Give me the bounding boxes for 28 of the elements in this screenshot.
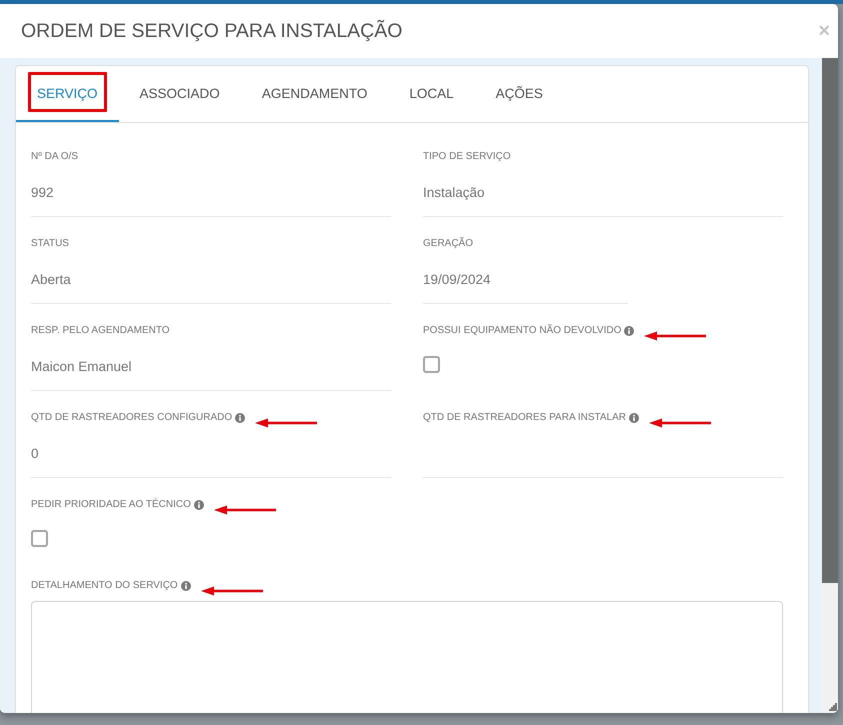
checkbox[interactable] [31,530,48,547]
input-field[interactable]: 19/09/2024 [423,251,628,304]
field-label: GERAÇÃO [423,237,474,251]
tab[interactable]: AGENDAMENTO [240,66,388,122]
field-label: POSSUI EQUIPAMENTO NÃO DEVOLVIDO [423,324,622,338]
input-field[interactable]: Aberta [31,251,391,304]
field-label: PEDIR PRIORIDADE AO TÉCNICO [31,498,191,512]
field-label: STATUS [31,237,69,251]
checkbox[interactable] [423,356,440,373]
field-label: QTD DE RASTREADORES CONFIGURADO [31,411,232,425]
resize-grip-icon[interactable] [829,703,837,711]
textarea-field[interactable] [31,601,783,713]
scrollbar-track[interactable] [822,58,838,713]
tab[interactable]: AÇÕES [474,66,564,122]
input-field[interactable]: Instalação [423,164,783,217]
field-label: TIPO DE SERVIÇO [423,150,511,164]
tab[interactable]: LOCAL [388,66,475,122]
scrollbar-thumb[interactable] [822,58,838,583]
modal-title: ORDEM DE SERVIÇO PARA INSTALAÇÃO [21,20,402,42]
field-label: QTD DE RASTREADORES PARA INSTALAR [423,411,626,425]
field-label: RESP. PELO AGENDAMENTO [31,324,170,338]
field-label: DETALHAMENTO DO SERVIÇO [31,579,178,593]
tab[interactable]: SERVIÇO [16,66,119,122]
field-label: Nº DA O/S [31,150,78,164]
input-field[interactable]: 992 [31,164,391,217]
tab[interactable]: ASSOCIADO [118,66,241,122]
input-field[interactable]: 0 [31,425,391,478]
input-field[interactable]: Maicon Emanuel [31,338,391,391]
